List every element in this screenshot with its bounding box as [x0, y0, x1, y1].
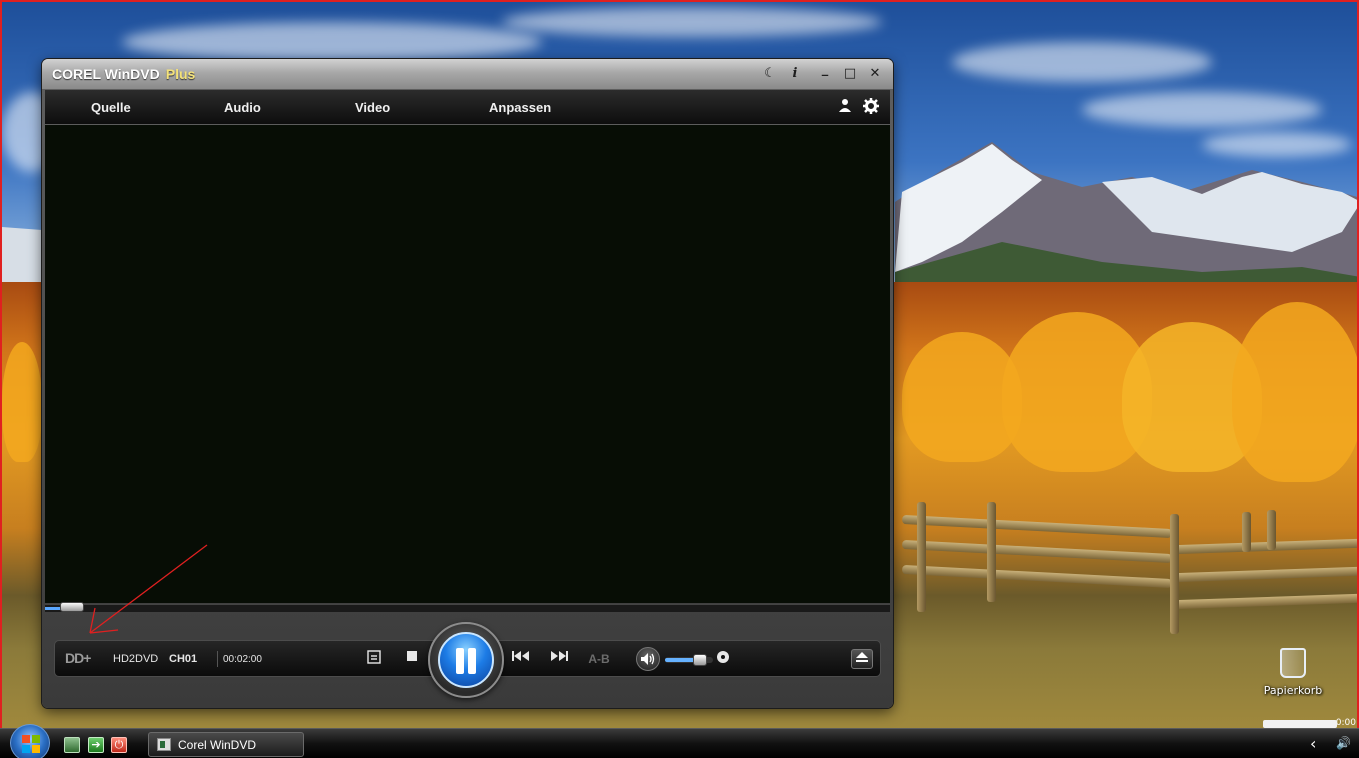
- sidebar-clock-text: 0:00: [1335, 718, 1356, 728]
- app-title: COREL WinDVD Plus: [52, 66, 195, 82]
- menu-button[interactable]: [364, 650, 384, 668]
- fence-post: [987, 502, 996, 602]
- app-title-text: COREL WinDVD: [52, 66, 160, 82]
- start-button[interactable]: [10, 724, 50, 758]
- maximize-icon[interactable]: □: [842, 66, 858, 82]
- ab-repeat-button[interactable]: A-B: [585, 650, 613, 668]
- taskbar-item-label: Corel WinDVD: [178, 738, 257, 752]
- show-desktop-icon[interactable]: [64, 737, 80, 753]
- menu-anpassen[interactable]: Anpassen: [489, 100, 551, 115]
- recycle-bin-desktop-icon[interactable]: Papierkorb: [1258, 648, 1328, 697]
- disc-type-label: HD2DVD: [113, 653, 159, 665]
- moon-icon[interactable]: ☾: [762, 66, 778, 82]
- previous-chapter-button[interactable]: [511, 650, 531, 668]
- menu-video[interactable]: Video: [355, 100, 390, 115]
- app-edition: Plus: [165, 66, 196, 82]
- volume-icon[interactable]: [636, 647, 660, 671]
- time-display: 00:02:00: [223, 654, 262, 665]
- next-chapter-button[interactable]: [549, 650, 569, 668]
- seek-handle[interactable]: [59, 602, 84, 612]
- eject-button[interactable]: [851, 649, 873, 669]
- sidebar-gadget: 0:00: [1263, 718, 1357, 728]
- title-bar[interactable]: COREL WinDVD Plus ☾ i _ □ ✕: [42, 59, 893, 89]
- taskbar-item-windvd[interactable]: Corel WinDVD: [148, 732, 304, 757]
- close-icon[interactable]: ✕: [867, 66, 883, 82]
- fence-post: [1242, 512, 1251, 552]
- pause-icon: [438, 632, 494, 688]
- disc-icon[interactable]: [713, 650, 733, 668]
- taskbar: ➔ ⏻ Corel WinDVD ‹ 🔊: [0, 724, 1359, 758]
- fence-post: [1170, 514, 1179, 634]
- minimize-icon[interactable]: _: [817, 62, 833, 78]
- divider: [217, 651, 218, 667]
- menu-quelle[interactable]: Quelle: [91, 100, 131, 115]
- volume-tray-icon[interactable]: 🔊: [1336, 736, 1351, 750]
- info-icon[interactable]: i: [787, 66, 803, 82]
- chapter-label: CH01: [169, 653, 198, 665]
- gear-icon[interactable]: [863, 98, 879, 114]
- pause-button[interactable]: [428, 622, 504, 698]
- user-icon[interactable]: [837, 98, 853, 114]
- power-icon[interactable]: ⏻: [111, 737, 127, 753]
- menu-bar: Quelle Audio Video Anpassen: [45, 90, 890, 124]
- fence-post: [1267, 510, 1276, 550]
- video-display[interactable]: [45, 125, 890, 603]
- sidebar-gadget-bar: [1263, 720, 1337, 728]
- windows-flag-icon: [22, 735, 40, 753]
- switch-windows-icon[interactable]: ➔: [88, 737, 104, 753]
- windvd-app-icon: [157, 738, 171, 751]
- fence-post: [917, 502, 926, 612]
- recycle-bin-icon: [1280, 648, 1306, 678]
- seek-bar[interactable]: [45, 602, 890, 612]
- menu-audio[interactable]: Audio: [224, 100, 261, 115]
- windvd-window: COREL WinDVD Plus ☾ i _ □ ✕ Quelle Audio …: [42, 59, 893, 708]
- volume-handle[interactable]: [692, 654, 707, 666]
- stop-button[interactable]: [402, 650, 422, 668]
- volume-slider[interactable]: [665, 654, 713, 666]
- recycle-bin-label: Papierkorb: [1263, 684, 1323, 697]
- tray-expand-icon[interactable]: ‹: [1310, 734, 1316, 753]
- dolby-logo: DD+: [65, 650, 91, 666]
